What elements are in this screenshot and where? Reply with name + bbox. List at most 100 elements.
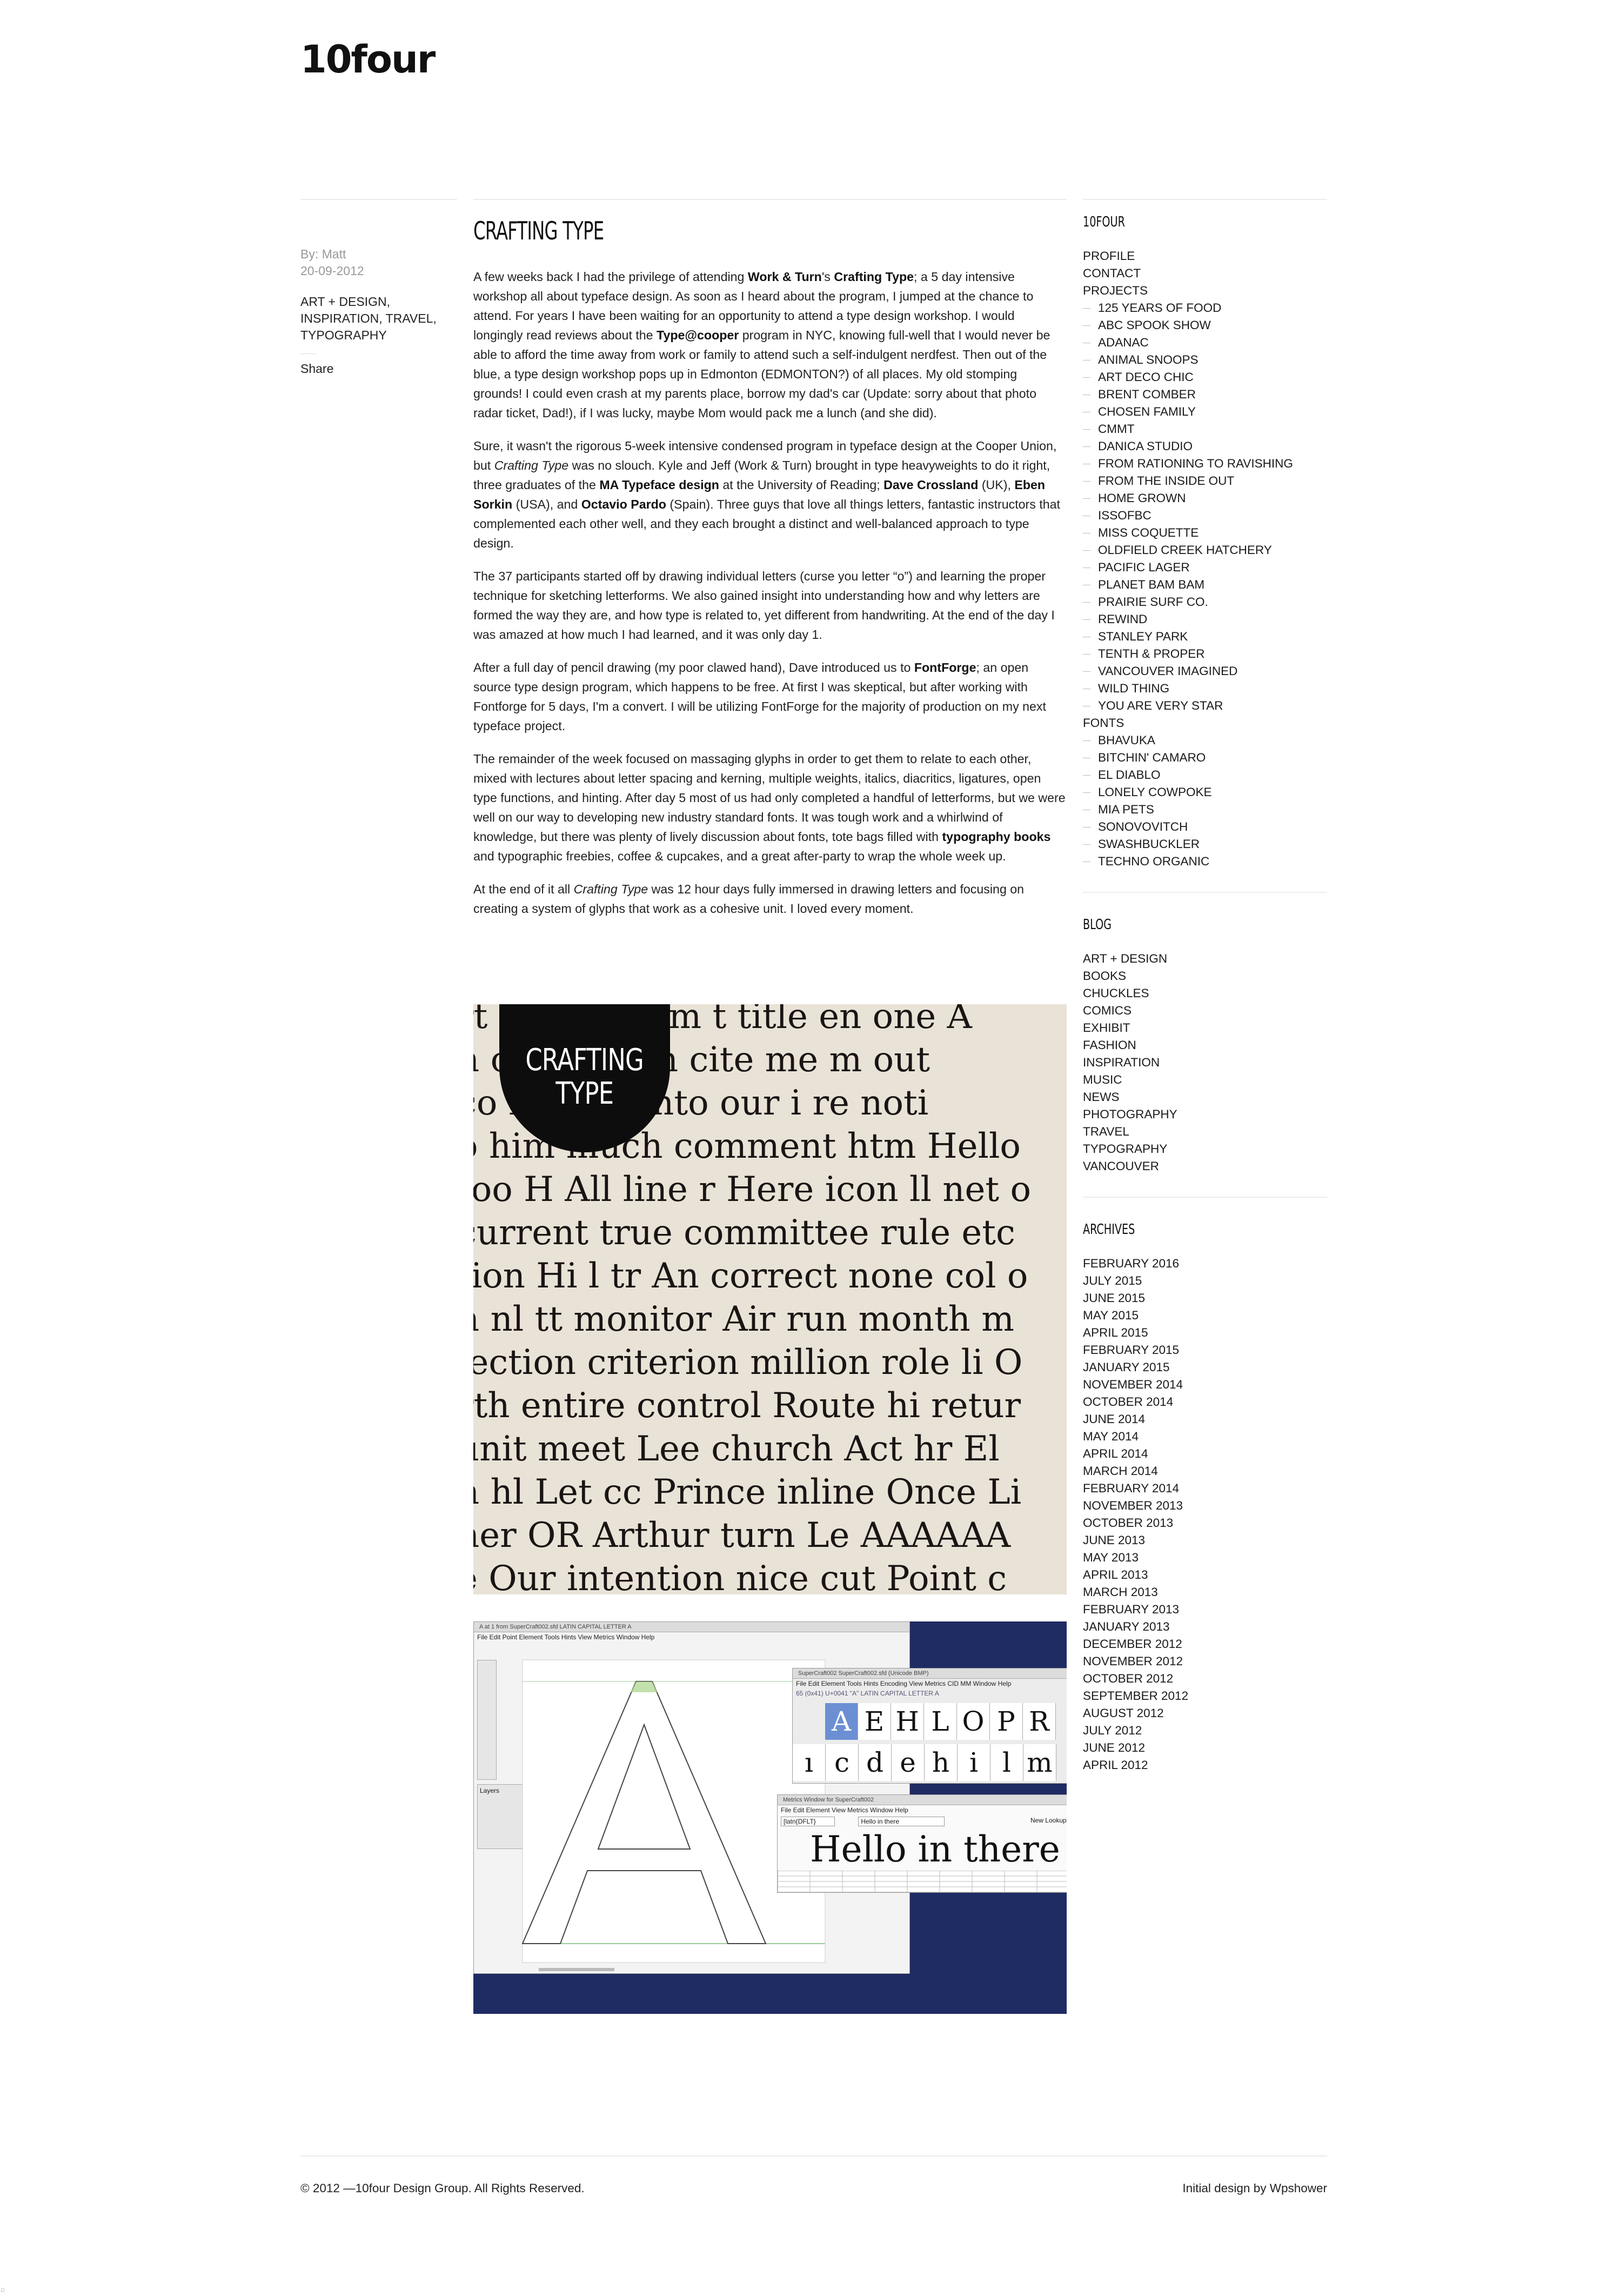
glyph-cell[interactable]: E bbox=[858, 1703, 891, 1740]
sidebar-link[interactable]: MAY 2014 bbox=[1083, 1428, 1327, 1445]
sidebar-link[interactable]: OCTOBER 2012 bbox=[1083, 1670, 1327, 1687]
sidebar-link[interactable]: VANCOUVER bbox=[1083, 1158, 1327, 1175]
glyph-cell[interactable]: P bbox=[990, 1703, 1023, 1740]
sidebar-link[interactable]: MUSIC bbox=[1083, 1071, 1327, 1089]
glyph-cell[interactable]: R bbox=[1023, 1703, 1056, 1740]
sidebar-link[interactable]: APRIL 2014 bbox=[1083, 1445, 1327, 1463]
post-categories[interactable]: ART + DESIGN, INSPIRATION, TRAVEL, TYPOG… bbox=[300, 293, 457, 344]
sidebar-link[interactable]: 125 YEARS OF FOOD bbox=[1083, 299, 1327, 317]
sidebar-link[interactable]: SONOVOVITCH bbox=[1083, 818, 1327, 836]
sidebar-link[interactable]: FONTS bbox=[1083, 715, 1327, 732]
sidebar-link[interactable]: PRAIRIE SURF CO. bbox=[1083, 593, 1327, 611]
sidebar-link[interactable]: TRAVEL bbox=[1083, 1123, 1327, 1140]
sidebar-link[interactable]: FEBRUARY 2013 bbox=[1083, 1601, 1327, 1618]
sidebar-link[interactable]: FROM RATIONING TO RAVISHING bbox=[1083, 455, 1327, 472]
sidebar-link[interactable]: EL DIABLO bbox=[1083, 766, 1327, 784]
sidebar-link[interactable]: LONELY COWPOKE bbox=[1083, 784, 1327, 801]
type-cooper-link[interactable]: Type@cooper bbox=[657, 328, 739, 342]
typography-books-link[interactable]: typography books bbox=[942, 830, 1050, 844]
sidebar-link[interactable]: PROJECTS bbox=[1083, 282, 1327, 299]
sidebar-link[interactable]: SEPTEMBER 2012 bbox=[1083, 1687, 1327, 1705]
glyph-cell[interactable]: L bbox=[924, 1703, 957, 1740]
glyph-cell[interactable]: H bbox=[891, 1703, 924, 1740]
ma-typeface-design-link[interactable]: MA Typeface design bbox=[599, 478, 719, 492]
sidebar-link[interactable]: JUNE 2013 bbox=[1083, 1532, 1327, 1549]
sidebar-link[interactable]: JANUARY 2013 bbox=[1083, 1618, 1327, 1636]
sidebar-link[interactable]: JUNE 2014 bbox=[1083, 1411, 1327, 1428]
sidebar-link[interactable]: COMICS bbox=[1083, 1002, 1327, 1019]
sidebar-link[interactable]: FEBRUARY 2016 bbox=[1083, 1255, 1327, 1272]
sidebar-link[interactable]: MIA PETS bbox=[1083, 801, 1327, 818]
sidebar-link[interactable]: OCTOBER 2013 bbox=[1083, 1514, 1327, 1532]
glyph-cell[interactable]: O bbox=[957, 1703, 990, 1740]
sidebar-link[interactable]: PLANET BAM BAM bbox=[1083, 576, 1327, 593]
sidebar-link[interactable]: ABC SPOOK SHOW bbox=[1083, 317, 1327, 334]
crafting-type-link[interactable]: Crafting Type bbox=[834, 270, 914, 284]
sidebar-link[interactable]: MAY 2013 bbox=[1083, 1549, 1327, 1566]
glyph-cell[interactable]: h bbox=[925, 1744, 958, 1781]
sidebar-link[interactable]: MISS COQUETTE bbox=[1083, 524, 1327, 542]
glyph-cell[interactable]: e bbox=[892, 1744, 925, 1781]
sidebar-link[interactable]: CONTACT bbox=[1083, 265, 1327, 282]
sidebar-link[interactable]: PROFILE bbox=[1083, 248, 1327, 265]
sidebar-link[interactable]: ANIMAL SNOOPS bbox=[1083, 351, 1327, 369]
sidebar-link[interactable]: PACIFIC LAGER bbox=[1083, 559, 1327, 576]
sidebar-link[interactable]: VANCOUVER IMAGINED bbox=[1083, 663, 1327, 680]
fontforge-link[interactable]: FontForge bbox=[914, 660, 976, 675]
sidebar-link[interactable]: ART + DESIGN bbox=[1083, 950, 1327, 967]
sidebar-link[interactable]: NOVEMBER 2014 bbox=[1083, 1376, 1327, 1393]
sidebar-link[interactable]: PHOTOGRAPHY bbox=[1083, 1106, 1327, 1123]
sidebar-link[interactable]: JULY 2012 bbox=[1083, 1722, 1327, 1739]
sidebar-link[interactable]: FEBRUARY 2015 bbox=[1083, 1341, 1327, 1359]
sidebar-link[interactable]: WILD THING bbox=[1083, 680, 1327, 697]
sidebar-link[interactable]: INSPIRATION bbox=[1083, 1054, 1327, 1071]
sidebar-link[interactable]: BOOKS bbox=[1083, 967, 1327, 985]
sidebar-link[interactable]: NOVEMBER 2012 bbox=[1083, 1653, 1327, 1670]
sidebar-link[interactable]: NOVEMBER 2013 bbox=[1083, 1497, 1327, 1514]
sidebar-link[interactable]: NEWS bbox=[1083, 1089, 1327, 1106]
sidebar-link[interactable]: HOME GROWN bbox=[1083, 490, 1327, 507]
sidebar-link[interactable]: MAY 2015 bbox=[1083, 1307, 1327, 1324]
sidebar-link[interactable]: OCTOBER 2014 bbox=[1083, 1393, 1327, 1411]
sidebar-link[interactable]: ADANAC bbox=[1083, 334, 1327, 351]
glyph-cell[interactable]: m bbox=[1023, 1744, 1056, 1781]
glyph-cell[interactable]: i bbox=[958, 1744, 990, 1781]
sidebar-link[interactable]: MARCH 2013 bbox=[1083, 1584, 1327, 1601]
sidebar-link[interactable]: REWIND bbox=[1083, 611, 1327, 628]
sidebar-link[interactable]: DANICA STUDIO bbox=[1083, 438, 1327, 455]
glyph-cell[interactable]: c bbox=[826, 1744, 859, 1781]
sidebar-link[interactable]: TECHNO ORGANIC bbox=[1083, 853, 1327, 870]
glyph-cell[interactable]: ı bbox=[793, 1744, 826, 1781]
sidebar-link[interactable]: AUGUST 2012 bbox=[1083, 1705, 1327, 1722]
sidebar-link[interactable]: CHOSEN FAMILY bbox=[1083, 403, 1327, 421]
sidebar-link[interactable]: ART DECO CHIC bbox=[1083, 369, 1327, 386]
sidebar-link[interactable]: JUNE 2012 bbox=[1083, 1739, 1327, 1757]
sidebar-link[interactable]: ISSOFBC bbox=[1083, 507, 1327, 524]
sidebar-link[interactable]: YOU ARE VERY STAR bbox=[1083, 697, 1327, 715]
glyph-cell[interactable]: A bbox=[825, 1703, 858, 1740]
sidebar-link[interactable]: OLDFIELD CREEK HATCHERY bbox=[1083, 542, 1327, 559]
sidebar-link[interactable]: JUNE 2015 bbox=[1083, 1290, 1327, 1307]
sidebar-link[interactable]: SWASHBUCKLER bbox=[1083, 836, 1327, 853]
sidebar-link[interactable]: TENTH & PROPER bbox=[1083, 645, 1327, 663]
octavio-pardo-link[interactable]: Octavio Pardo bbox=[581, 497, 666, 511]
sidebar-link[interactable]: STANLEY PARK bbox=[1083, 628, 1327, 645]
sidebar-link[interactable]: DECEMBER 2012 bbox=[1083, 1636, 1327, 1653]
script-field[interactable]: [latn{DFLT} bbox=[781, 1817, 835, 1826]
new-lookup-button[interactable]: New Lookup S bbox=[1030, 1817, 1067, 1824]
sidebar-link[interactable]: EXHIBIT bbox=[1083, 1019, 1327, 1037]
sidebar-link[interactable]: FROM THE INSIDE OUT bbox=[1083, 472, 1327, 490]
glyph-cell[interactable]: d bbox=[859, 1744, 892, 1781]
sidebar-link[interactable]: FASHION bbox=[1083, 1037, 1327, 1054]
sidebar-link[interactable]: APRIL 2013 bbox=[1083, 1566, 1327, 1584]
sidebar-link[interactable]: JULY 2015 bbox=[1083, 1272, 1327, 1290]
site-logo[interactable]: 10four bbox=[300, 38, 436, 81]
sidebar-link[interactable]: CMMT bbox=[1083, 421, 1327, 438]
sidebar-link[interactable]: MARCH 2014 bbox=[1083, 1463, 1327, 1480]
sidebar-link[interactable]: BITCHIN' CAMARO bbox=[1083, 749, 1327, 766]
sidebar-link[interactable]: BRENT COMBER bbox=[1083, 386, 1327, 403]
sidebar-link[interactable]: CHUCKLES bbox=[1083, 985, 1327, 1002]
sidebar-link[interactable]: TYPOGRAPHY bbox=[1083, 1140, 1327, 1158]
sidebar-link[interactable]: APRIL 2015 bbox=[1083, 1324, 1327, 1341]
text-field[interactable]: Hello in there bbox=[858, 1817, 945, 1826]
